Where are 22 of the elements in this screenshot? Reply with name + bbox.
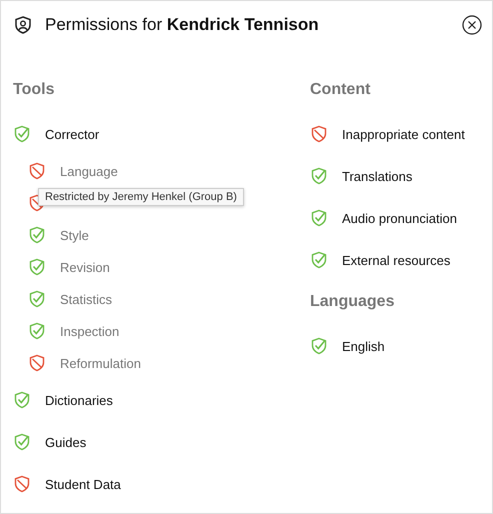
permission-label: Revision xyxy=(60,260,110,274)
section-heading: Content xyxy=(310,81,372,100)
permission-label: Guides xyxy=(45,434,86,450)
permission-label: External resources xyxy=(342,252,450,268)
tooltip: Restricted by Jeremy Henkel (Group B) xyxy=(38,188,244,206)
section-heading: Tools xyxy=(13,81,56,100)
permission-label: Student Data xyxy=(45,476,121,492)
dialog-title: Permissions for Kendrick Tennison xyxy=(45,15,320,35)
permission-label: Statistics xyxy=(60,292,112,306)
permission-label: Audio pronunciation xyxy=(342,210,457,226)
section-heading: Languages xyxy=(310,293,396,312)
permission-label: Inappropriate content xyxy=(342,126,465,142)
permission-label: Reformulation xyxy=(60,356,141,370)
shield-user-icon xyxy=(13,15,33,35)
close-button[interactable] xyxy=(462,15,482,35)
permission-label: Style xyxy=(60,228,89,242)
permission-label: Translations xyxy=(342,168,412,184)
permission-label: Inspection xyxy=(60,324,120,338)
permission-label: Corrector xyxy=(45,126,100,142)
permission-label: Language xyxy=(60,164,118,178)
permission-label: English xyxy=(342,338,385,354)
permission-label: Dictionaries xyxy=(45,392,113,408)
